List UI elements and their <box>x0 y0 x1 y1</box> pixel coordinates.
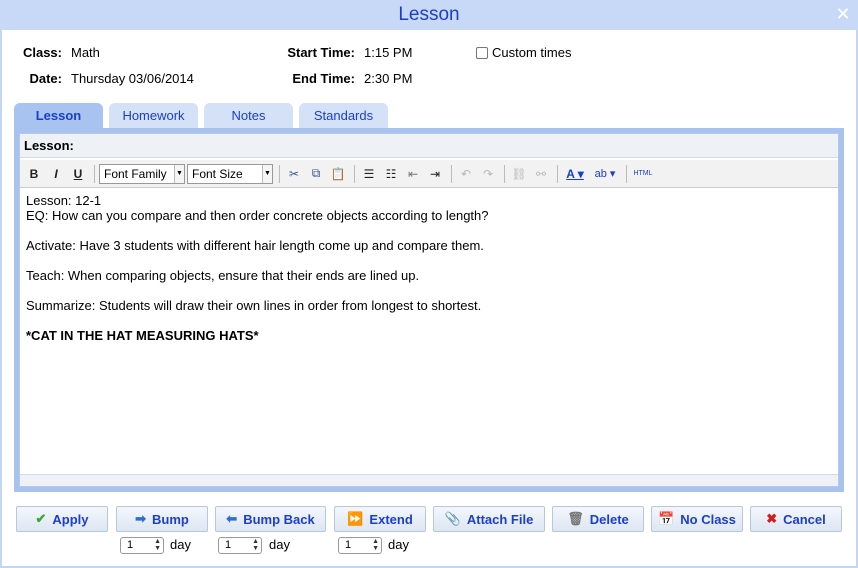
highlight-color-icon[interactable]: ab ▾ <box>590 164 620 184</box>
editor-line: Lesson: 12-1 <box>26 193 102 208</box>
editor-line: Teach: When comparing objects, ensure th… <box>26 268 420 283</box>
stepper-arrows-icon[interactable]: ▲ ▼ <box>372 538 379 552</box>
toolbar-divider <box>94 164 95 183</box>
class-label: Class: <box>22 45 62 60</box>
tab-notes[interactable]: Notes <box>204 103 293 128</box>
underline-button[interactable]: U <box>68 164 88 184</box>
editor-toolbar: B I U Font Family ▼ Font Size ▼ ✂ ⧉ 📋 ☰ <box>20 160 838 188</box>
apply-button[interactable]: ✔ Apply <box>16 506 108 532</box>
bullet-list-icon[interactable]: ☰ <box>359 164 379 184</box>
indent-icon[interactable]: ⇥ <box>425 164 445 184</box>
toolbar-divider <box>504 164 505 183</box>
lesson-text-editor[interactable]: Lesson: 12-1 EQ: How can you compare and… <box>20 189 838 475</box>
bump-back-button[interactable]: ⬅ Bump Back <box>215 506 326 532</box>
redo-icon[interactable]: ↷ <box>478 164 498 184</box>
extend-days-stepper[interactable]: 1 ▲ ▼ <box>338 537 382 554</box>
bump-back-days-unit: day <box>269 537 290 552</box>
end-time-label: End Time: <box>292 71 355 86</box>
panel-label: Lesson: <box>20 134 838 158</box>
editor-container: Lesson: B I U Font Family ▼ Font Size ▼ … <box>19 133 839 487</box>
undo-icon[interactable]: ↶ <box>456 164 476 184</box>
no-class-button[interactable]: 📅 No Class <box>651 506 743 532</box>
stepper-arrows-icon[interactable]: ▲ ▼ <box>154 538 161 552</box>
toolbar-divider <box>354 164 355 183</box>
numbered-list-icon[interactable]: ☷ <box>381 164 401 184</box>
link-icon[interactable]: ⛓ <box>509 164 529 184</box>
custom-times-checkbox[interactable] <box>476 46 488 59</box>
trash-icon: 🗑 <box>567 511 584 526</box>
cut-icon[interactable]: ✂ <box>284 164 304 184</box>
italic-button[interactable]: I <box>46 164 66 184</box>
attach-file-button[interactable]: 📎 Attach File <box>433 506 545 532</box>
bump-days-stepper[interactable]: 1 ▲ ▼ <box>120 537 164 554</box>
start-time-label: Start Time: <box>287 45 355 60</box>
start-time-value: 1:15 PM <box>364 45 413 60</box>
double-arrow-right-icon: ⏩ <box>347 511 364 526</box>
arrow-right-icon: ➡ <box>135 511 147 526</box>
bump-button[interactable]: ➡ Bump <box>116 506 208 532</box>
bold-button[interactable]: B <box>24 164 44 184</box>
extend-days-unit: day <box>388 537 409 552</box>
unlink-icon[interactable]: ⚯ <box>531 164 551 184</box>
toolbar-divider <box>279 164 280 183</box>
close-icon: ✖ <box>766 511 778 526</box>
title-bar: Lesson ✕ <box>0 0 858 30</box>
close-icon[interactable]: ✕ <box>834 5 852 23</box>
extend-button[interactable]: ⏩ Extend <box>334 506 426 532</box>
custom-times-label: Custom times <box>492 45 572 60</box>
date-value: Thursday 03/06/2014 <box>71 71 194 86</box>
arrow-left-icon: ⬅ <box>226 511 238 526</box>
toolbar-divider <box>626 164 627 183</box>
end-time-value: 2:30 PM <box>364 71 413 86</box>
check-icon: ✔ <box>35 511 47 526</box>
font-size-select[interactable]: Font Size ▼ <box>187 163 273 184</box>
editor-line: EQ: How can you compare and then order c… <box>26 208 489 223</box>
tab-bar: Lesson Homework Notes Standards <box>14 103 394 128</box>
paste-icon[interactable]: 📋 <box>328 164 348 184</box>
editor-line: Summarize: Students will draw their own … <box>26 298 482 313</box>
tab-standards[interactable]: Standards <box>299 103 388 128</box>
paperclip-icon: 📎 <box>444 511 461 526</box>
dialog-content: Class: Math Date: Thursday 03/06/2014 St… <box>2 30 856 566</box>
bump-days-unit: day <box>170 537 191 552</box>
custom-times-toggle[interactable]: Custom times <box>476 45 571 60</box>
font-family-select[interactable]: Font Family ▼ <box>99 163 185 184</box>
class-value: Math <box>71 45 100 60</box>
html-source-icon[interactable]: HTML <box>631 164 655 184</box>
delete-button[interactable]: 🗑 Delete <box>552 506 644 532</box>
editor-status-bar <box>20 474 838 486</box>
text-color-icon[interactable]: A ▾ <box>562 164 588 184</box>
tab-lesson[interactable]: Lesson <box>14 103 103 128</box>
tab-homework[interactable]: Homework <box>109 103 198 128</box>
toolbar-divider <box>557 164 558 183</box>
outdent-icon[interactable]: ⇤ <box>403 164 423 184</box>
stepper-arrows-icon[interactable]: ▲ ▼ <box>252 538 259 552</box>
editor-line: Activate: Have 3 students with different… <box>26 238 484 253</box>
chevron-down-icon: ▼ <box>262 164 272 183</box>
editor-line: *CAT IN THE HAT MEASURING HATS* <box>26 328 259 343</box>
date-label: Date: <box>29 71 62 86</box>
bump-back-days-stepper[interactable]: 1 ▲ ▼ <box>218 537 262 554</box>
copy-icon[interactable]: ⧉ <box>306 164 326 184</box>
calendar-cancel-icon: 📅 <box>658 511 675 526</box>
cancel-button[interactable]: ✖ Cancel <box>750 506 842 532</box>
lesson-panel: Lesson: B I U Font Family ▼ Font Size ▼ … <box>14 128 844 492</box>
toolbar-divider <box>451 164 452 183</box>
chevron-down-icon: ▼ <box>174 164 184 183</box>
window-title: Lesson <box>398 4 460 25</box>
